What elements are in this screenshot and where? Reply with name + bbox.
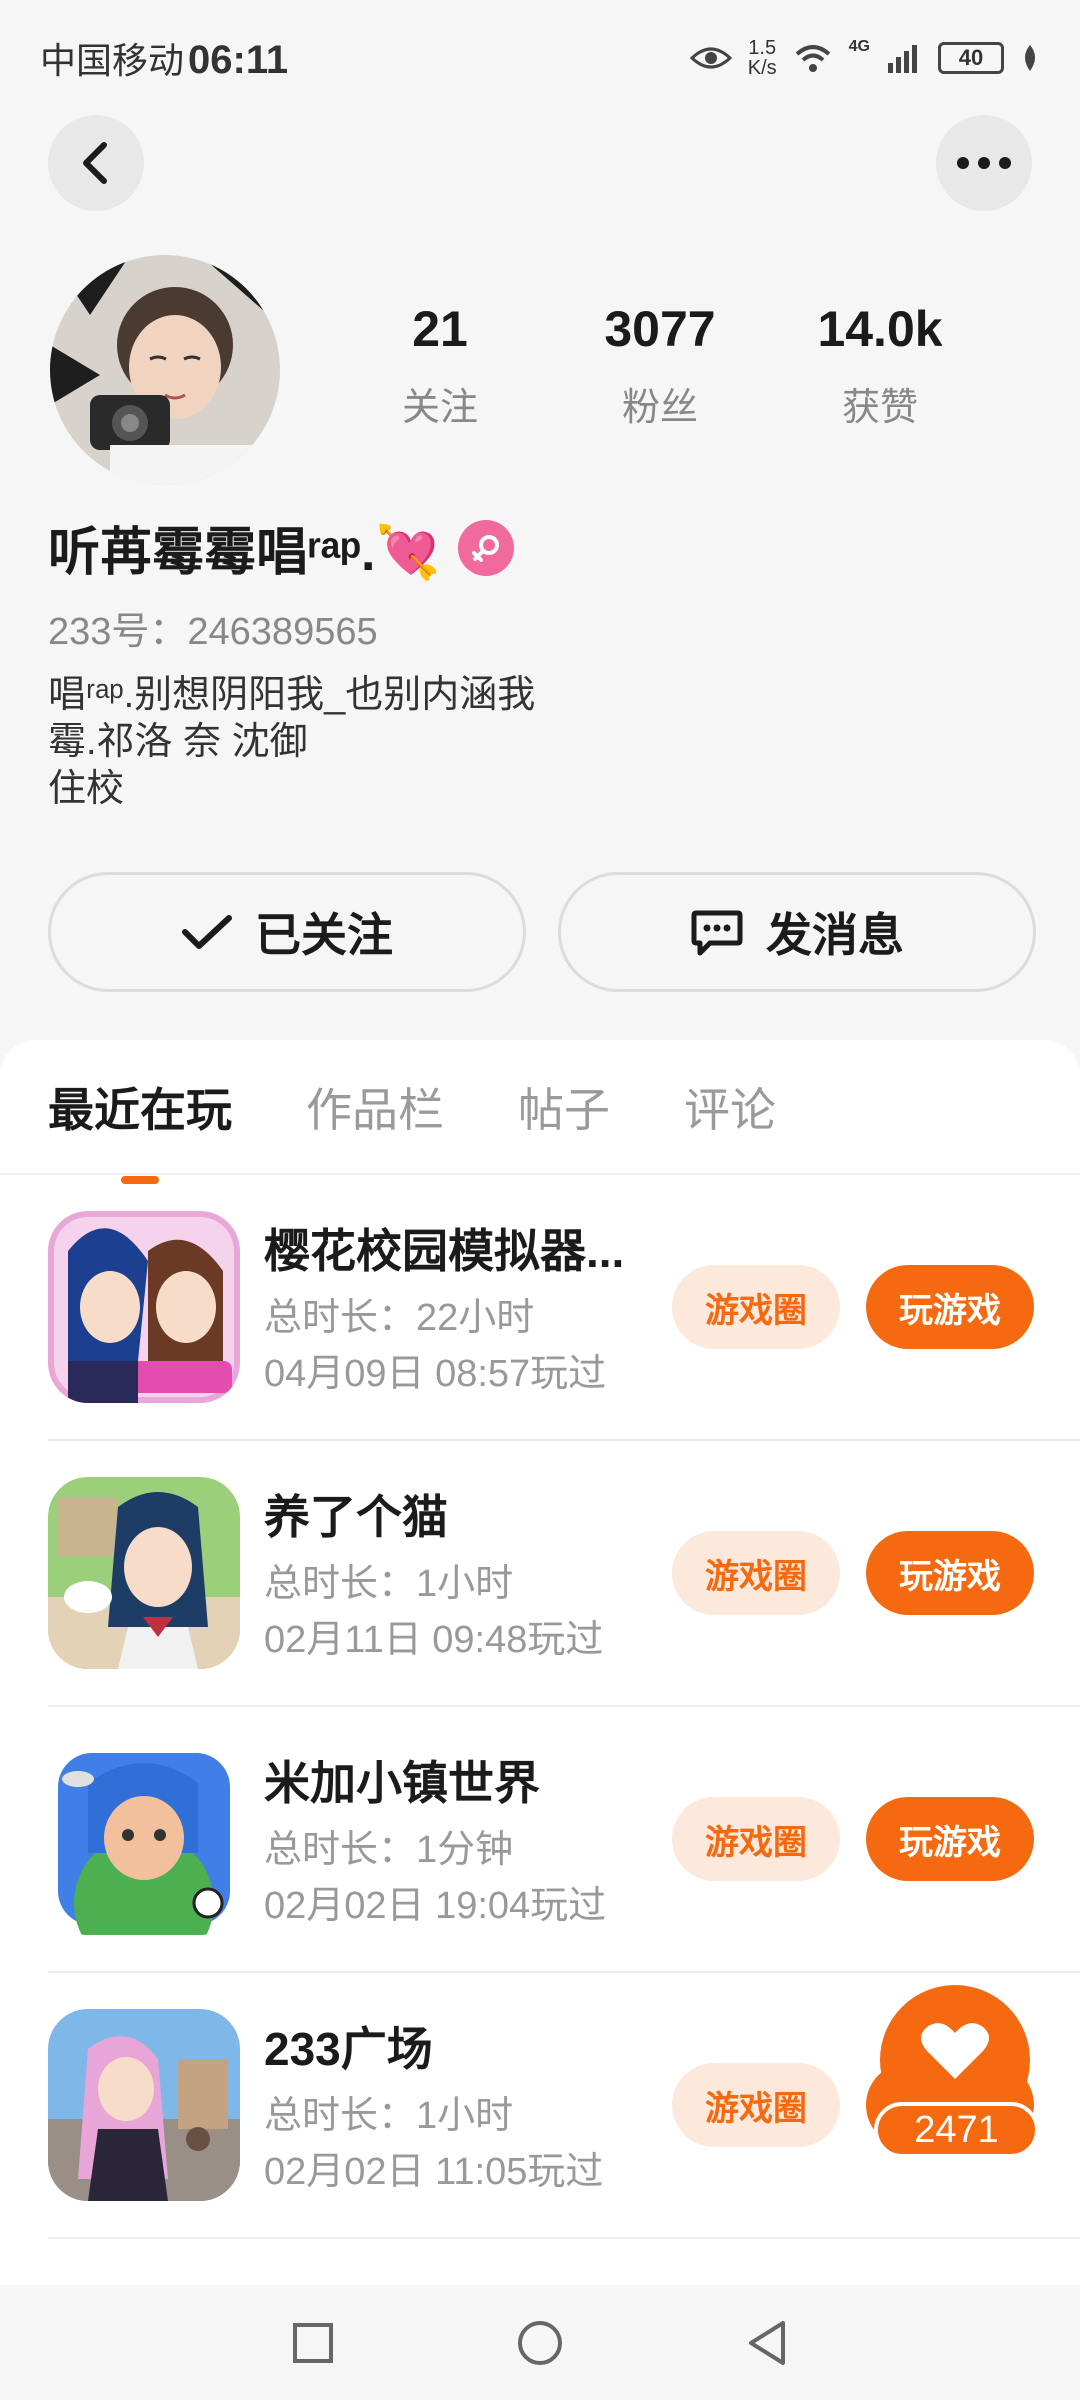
tab-comments[interactable]: 评论	[684, 1074, 776, 1140]
bio-line: 唱ʳᵃᵖ.别想阴阳我_也别内涵我	[48, 674, 536, 716]
game-circle-button[interactable]: 游戏圈	[672, 1265, 840, 1349]
network-speed: 1.5 K/s	[748, 38, 777, 78]
bio-line: 霉.祁洛 奈 沈御	[48, 721, 308, 763]
stat-value: 14.0k	[817, 301, 943, 357]
game-info: 米加小镇世界 总时长：1分钟 02月02日 19:04玩过	[264, 1747, 664, 1931]
game-info: 樱花校园模拟器... 总时长：22小时 04月09日 08:57玩过	[264, 1215, 664, 1399]
game-circle-button[interactable]: 游戏圈	[672, 2063, 840, 2147]
system-nav-bar	[0, 2285, 1080, 2400]
play-game-button[interactable]: 玩游戏	[866, 1265, 1034, 1349]
avatar-image	[50, 255, 280, 485]
stat-followers[interactable]: 3077 粉丝	[550, 300, 770, 431]
stat-label: 获赞	[841, 387, 918, 429]
username: 听苒霉霉唱ʳᵃᵖ.💘	[48, 524, 441, 582]
stat-label: 关注	[401, 387, 478, 429]
game-title: 樱花校园模拟器...	[264, 1225, 625, 1277]
list-item[interactable]: 米加小镇世界 总时长：1分钟 02月02日 19:04玩过 游戏圈 玩游戏	[48, 1707, 1080, 1973]
profile-stats: 21 关注 3077 粉丝 14.0k 获赞	[330, 300, 1030, 431]
list-item[interactable]: 养了个猫 总时长：1小时 02月11日 09:48玩过 游戏圈 玩游戏	[48, 1441, 1080, 1707]
battery-level: 40	[958, 44, 984, 70]
game-info: 233广场 总时长：1小时 02月02日 11:05玩过	[264, 2013, 664, 2197]
tab-recently-played[interactable]: 最近在玩	[48, 1074, 232, 1184]
battery-icon: 40	[938, 41, 1004, 74]
leaf-icon	[1025, 44, 1035, 71]
eye-icon	[689, 47, 732, 68]
game-title: 233广场	[264, 2023, 433, 2075]
game-duration: 总时长：1分钟	[264, 1829, 514, 1871]
list-item[interactable]: 樱花校园模拟器... 总时长：22小时 04月09日 08:57玩过 游戏圈 玩…	[48, 1175, 1080, 1441]
bio: 唱ʳᵃᵖ.别想阴阳我_也别内涵我 霉.祁洛 奈 沈御 住校	[48, 672, 535, 813]
game-title: 养了个猫	[264, 1491, 448, 1543]
name-row: 听苒霉霉唱ʳᵃᵖ.💘	[48, 510, 515, 585]
game-icon-233-plaza[interactable]	[48, 2009, 240, 2201]
speed-value: 1.5	[748, 36, 777, 59]
female-gender-icon	[458, 519, 515, 576]
carrier: 中国移动	[40, 39, 185, 81]
more-button[interactable]	[936, 115, 1032, 211]
game-icon-miga-town[interactable]	[48, 1743, 240, 1935]
game-duration: 总时长：22小时	[264, 1297, 535, 1339]
user-id: 233号：246389565	[48, 611, 378, 653]
heart-icon	[921, 2023, 989, 2079]
game-last-played: 02月02日 11:05玩过	[264, 2151, 604, 2193]
game-icon-raise-cat[interactable]	[48, 1477, 240, 1669]
stat-following[interactable]: 21 关注	[330, 300, 550, 431]
game-last-played: 02月02日 19:04玩过	[264, 1885, 607, 1927]
tab-posts[interactable]: 帖子	[518, 1074, 610, 1140]
signal-icon	[888, 44, 917, 73]
status-bar: 中国移动 06:11 1.5 K/s 4G 40	[0, 0, 1080, 115]
avatar[interactable]	[50, 255, 280, 485]
game-title: 米加小镇世界	[264, 1757, 540, 1809]
checkmark-icon	[182, 915, 232, 949]
status-right: 1.5 K/s 4G 40	[689, 37, 1040, 78]
game-circle-button[interactable]: 游戏圈	[672, 1797, 840, 1881]
network-type: 4G	[848, 37, 870, 55]
game-icon-sakura-school[interactable]	[48, 1211, 240, 1403]
tab-works[interactable]: 作品栏	[306, 1074, 444, 1140]
send-message-label: 发消息	[766, 909, 904, 961]
status-left: 中国移动 06:11	[40, 32, 288, 84]
game-info: 养了个猫 总时长：1小时 02月11日 09:48玩过	[264, 1481, 664, 1665]
stat-label: 粉丝	[621, 387, 698, 429]
followed-label: 已关注	[255, 909, 393, 961]
play-game-button[interactable]: 玩游戏	[866, 1797, 1034, 1881]
game-last-played: 02月11日 09:48玩过	[264, 1619, 604, 1661]
recent-apps-icon[interactable]	[291, 2321, 335, 2365]
chevron-left-icon	[83, 142, 107, 184]
game-circle-button[interactable]: 游戏圈	[672, 1531, 840, 1615]
stat-value: 21	[412, 301, 468, 357]
chat-bubble-icon	[691, 910, 743, 956]
home-icon[interactable]	[516, 2319, 564, 2367]
back-triangle-icon[interactable]	[745, 2319, 789, 2367]
clock: 06:11	[188, 37, 289, 82]
speed-unit: K/s	[747, 56, 777, 79]
stat-likes[interactable]: 14.0k 获赞	[770, 300, 990, 431]
send-message-button[interactable]: 发消息	[558, 872, 1036, 992]
profile-tabs: 最近在玩 作品栏 帖子 评论	[0, 1040, 1080, 1184]
game-last-played: 04月09日 08:57玩过	[264, 1353, 607, 1395]
back-button[interactable]	[48, 115, 144, 211]
followed-button[interactable]: 已关注	[48, 872, 526, 992]
stat-value: 3077	[604, 301, 716, 357]
game-duration: 总时长：1小时	[264, 1563, 514, 1605]
like-count: 2471	[874, 2102, 1039, 2158]
game-duration: 总时长：1小时	[264, 2095, 514, 2137]
more-dots-icon	[957, 157, 1011, 169]
wifi-icon	[795, 44, 830, 72]
bio-line: 住校	[48, 768, 125, 810]
play-game-button[interactable]: 玩游戏	[866, 1531, 1034, 1615]
